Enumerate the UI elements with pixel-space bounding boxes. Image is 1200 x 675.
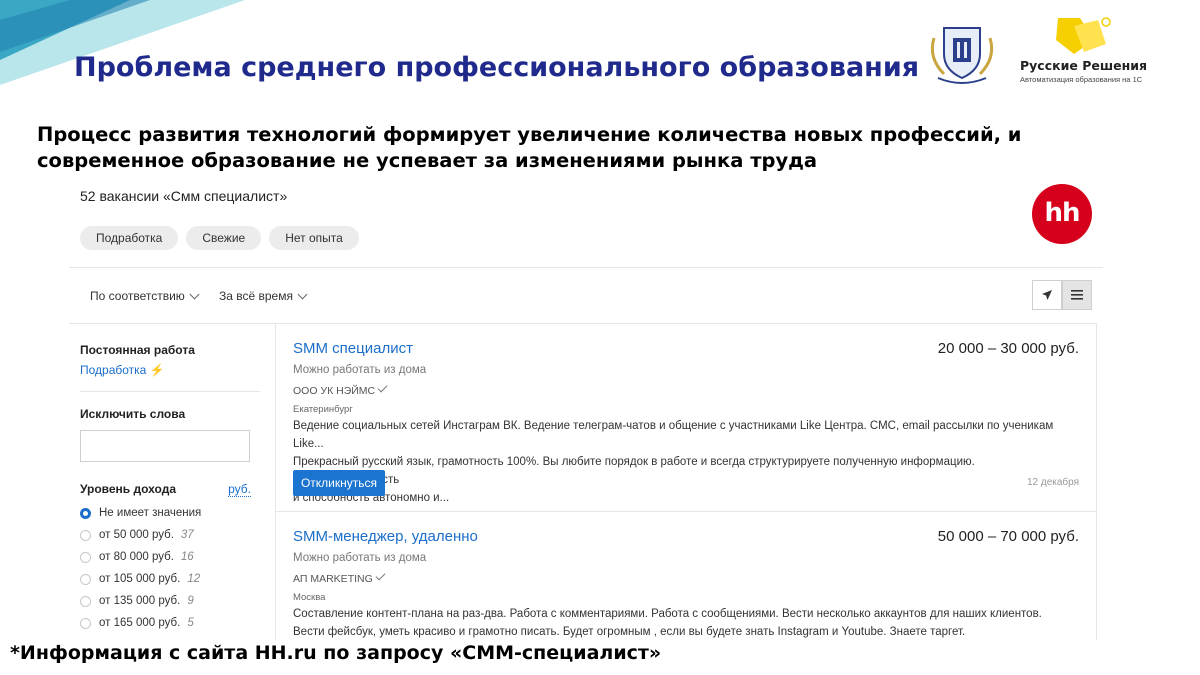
chevron-down-icon [189,289,200,300]
view-toggle [1032,280,1092,310]
lead-line-1: Процесс развития технологий формирует ув… [37,123,1022,146]
vacancy-city: Екатеринбург [293,404,353,415]
chip-part-time[interactable]: Подработка [80,226,179,250]
employer-name: ООО УК НЭЙМС [293,385,376,397]
radio[interactable] [80,529,91,541]
divider [80,391,260,392]
vacancy-salary: 20 000 – 30 000 руб. [937,340,1079,357]
income-option[interactable]: от 80 000 руб. 16 [80,546,260,568]
employment-heading: Постоянная работа [80,343,195,357]
vacancy-salary: 50 000 – 70 000 руб. [937,528,1079,545]
vacancy-date: 12 декабря [1026,477,1079,488]
vacancy-city: Москва [293,592,326,603]
vacancy-description: Составление контент-плана на раз-два. Ра… [293,605,1083,640]
sort-period-dropdown[interactable]: За всё время [219,289,308,303]
sort-period-label: За всё время [219,289,293,303]
exclude-words-heading: Исключить слова [80,407,186,421]
income-currency-link[interactable]: руб. [228,482,251,497]
description-line: Прекрасный русский язык, грамотность 100… [293,456,975,486]
income-option-label: от 50 000 руб. [99,529,174,541]
slide-title: Проблема среднего профессионального обра… [74,52,920,83]
lead-line-2: современное образование не успевает за и… [37,149,818,172]
income-option-label: Не имеет значения [99,507,202,519]
income-option[interactable]: от 105 000 руб. 12 [80,568,260,590]
income-option[interactable]: от 50 000 руб. 37 [80,524,260,546]
income-options: Не имеет значения от 50 000 руб. 37 от 80… [80,502,260,634]
footnote: *Информация с сайта HH.ru по запросу «СМ… [10,642,662,664]
vacancy-remote-label: Можно работать из дома [293,552,427,564]
income-option-label: от 105 000 руб. [99,573,181,585]
exclude-words-input[interactable] [80,430,250,462]
radio[interactable] [80,573,91,585]
college-logo [930,27,994,84]
radio[interactable] [80,595,91,607]
radio[interactable] [80,551,91,563]
partner-tagline: Автоматизация образования на 1С [1020,75,1143,84]
income-header: Уровень дохода руб. [80,482,251,497]
income-option-label: от 165 000 руб. [99,617,181,629]
divider [69,323,283,324]
income-option-label: от 135 000 руб. [99,595,181,607]
lightning-icon: ⚡ [149,363,165,377]
vacancy-title-link[interactable]: SMM-менеджер, удаленно [293,528,478,545]
income-option[interactable]: от 135 000 руб. 9 [80,590,260,612]
verified-check-icon [377,382,388,393]
vacancy-list: SMM специалист 20 000 – 30 000 руб. Можн… [275,323,1097,640]
filter-sidebar: Постоянная работа Подработка ⚡ Исключить… [80,338,260,634]
verified-check-icon [375,570,386,581]
vacancy-remote-label: Можно работать из дома [293,364,427,376]
vacancy-employer[interactable]: АП MARKETING [293,570,386,585]
list-icon[interactable] [1062,280,1092,310]
description-line: Составление контент-плана на раз-два. Ра… [293,608,1042,620]
hh-logo[interactable]: hh [1032,184,1092,244]
chip-no-experience[interactable]: Нет опыта [269,226,359,250]
vacancy-description: Ведение социальных сетей Инстаграм ВК. В… [293,417,1083,507]
description-line: Вести фейсбук, уметь красиво и грамотно … [293,626,966,638]
income-option-count: 12 [187,573,201,585]
income-option-label: от 80 000 руб. [99,551,174,563]
vacancy-count-title: 52 вакансии «Смм специалист» [80,188,288,204]
vacancy-employer[interactable]: ООО УК НЭЙМС [293,382,388,397]
vacancy-card: SMM-менеджер, удаленно 50 000 – 70 000 р… [276,512,1096,640]
employment-link[interactable]: Подработка ⚡ [80,363,260,377]
sort-relevance-label: По соответствию [90,289,185,303]
income-option-count: 16 [180,551,194,563]
income-option-count: 5 [187,617,194,629]
chevron-down-icon [297,289,308,300]
hh-search-screenshot: 52 вакансии «Смм специалист» hh Подработ… [69,178,1103,640]
apply-button[interactable]: Откликнуться [293,470,385,496]
sort-relevance-dropdown[interactable]: По соответствию [90,289,200,303]
income-option-count: 37 [180,529,194,541]
radio-checked[interactable] [80,507,91,519]
chip-fresh[interactable]: Свежие [186,226,262,250]
income-option-count: 9 [187,595,194,607]
description-line: Ведение социальных сетей Инстаграм ВК. В… [293,420,1054,450]
divider [69,267,1103,268]
description-line: и способность автономно и... [293,492,450,504]
partner-name: Русские Решения [1020,58,1148,73]
vacancy-card: SMM специалист 20 000 – 30 000 руб. Можн… [276,324,1096,512]
location-arrow-icon[interactable] [1032,280,1062,310]
income-option[interactable]: Не имеет значения [80,502,260,524]
radio[interactable] [80,617,91,629]
income-option[interactable]: от 165 000 руб. 5 [80,612,260,634]
vacancy-title-link[interactable]: SMM специалист [293,340,413,357]
income-heading: Уровень дохода [80,482,177,496]
partner-logo [1056,17,1111,54]
lead-text: Процесс развития технологий формирует ув… [37,122,1137,174]
filter-chips: Подработка Свежие Нет опыта [80,226,359,250]
employment-link-label: Подработка [80,363,147,377]
employer-name: АП MARKETING [293,573,373,585]
